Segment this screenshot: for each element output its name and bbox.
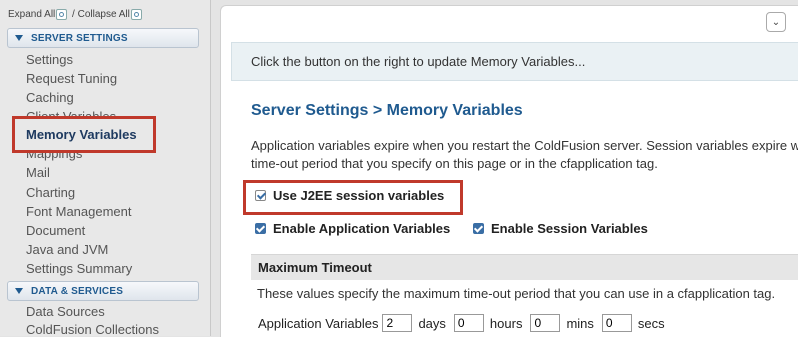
sidebar-item-mail[interactable]: Mail (26, 165, 50, 180)
dropdown-button[interactable]: ⌄ (766, 12, 786, 32)
collapse-all-link[interactable]: Collapse All (78, 9, 130, 20)
enable-session-vars-row[interactable]: Enable Session Variables (473, 221, 648, 236)
enable-app-vars-label: Enable Application Variables (273, 221, 451, 236)
sidebar-item-memory-variables[interactable]: Memory Variables (26, 127, 137, 142)
days-label: days (418, 315, 446, 331)
app-vars-timeout-row: Application Variables days hours mins se… (258, 314, 665, 332)
chevron-down-icon: ⌄ (771, 16, 781, 28)
sidebar-item-request-tuning[interactable]: Request Tuning (26, 71, 117, 86)
sidebar-item-settings-summary[interactable]: Settings Summary (26, 261, 132, 276)
sidebar-item-cf-collections[interactable]: ColdFusion Collections (26, 322, 159, 336)
description-line-2: time-out period that you specify on this… (251, 156, 658, 171)
enable-app-vars-row[interactable]: Enable Application Variables (255, 221, 450, 236)
expand-all-icon[interactable] (56, 9, 68, 20)
app-vars-days-input[interactable] (382, 314, 413, 332)
max-timeout-label: Maximum Timeout (258, 260, 372, 275)
timeout-description: These values specify the maximum time-ou… (257, 286, 776, 301)
secs-label: secs (637, 315, 665, 331)
triangle-down-icon (15, 288, 23, 294)
triangle-down-icon (15, 35, 23, 41)
sidebar-nav: Expand All / Collapse All SERVER SETTING… (0, 0, 211, 336)
app-vars-secs-input[interactable] (601, 314, 632, 332)
description: Application variables expire when you re… (251, 137, 798, 173)
j2ee-session-checkbox-row[interactable]: Use J2EE session variables (255, 188, 444, 203)
page-title: Server Settings > Memory Variables (251, 102, 523, 119)
collapse-all-icon[interactable] (130, 9, 142, 20)
section-server-settings[interactable]: SERVER SETTINGS (7, 28, 199, 48)
enable-session-vars-checkbox[interactable] (473, 223, 484, 234)
expand-separator: / (69, 9, 78, 20)
j2ee-session-label: Use J2EE session variables (273, 188, 445, 203)
info-bar: Click the button on the right to update … (231, 42, 798, 81)
section-data-services[interactable]: DATA & SERVICES (7, 281, 199, 301)
expand-collapse-row: Expand All / Collapse All (8, 9, 144, 20)
j2ee-session-checkbox[interactable] (255, 190, 266, 201)
sidebar-item-data-sources[interactable]: Data Sources (26, 304, 105, 319)
app-vars-mins-input[interactable] (530, 314, 561, 332)
sidebar-item-settings[interactable]: Settings (26, 52, 73, 67)
enable-session-vars-label: Enable Session Variables (491, 221, 648, 236)
sidebar-item-charting[interactable]: Charting (26, 185, 75, 200)
section-data-services-label: DATA & SERVICES (31, 285, 124, 297)
app-vars-timeout-label: Application Variables (258, 315, 379, 331)
enable-app-vars-checkbox[interactable] (255, 223, 266, 234)
sidebar-item-font-management[interactable]: Font Management (26, 204, 132, 219)
sidebar-item-caching[interactable]: Caching (26, 90, 74, 105)
sidebar-item-java-and-jvm[interactable]: Java and JVM (26, 242, 108, 257)
info-text: Click the button on the right to update … (251, 54, 586, 69)
sidebar-item-document[interactable]: Document (26, 223, 85, 238)
hours-label: hours (489, 315, 523, 331)
mins-label: mins (566, 315, 594, 331)
section-server-settings-label: SERVER SETTINGS (31, 32, 128, 44)
expand-all-link[interactable]: Expand All (8, 9, 55, 20)
description-line-1: Application variables expire when you re… (251, 138, 798, 153)
max-timeout-header: Maximum Timeout (251, 254, 798, 280)
app-vars-hours-input[interactable] (453, 314, 484, 332)
main-content: ⌄ Click the button on the right to updat… (220, 5, 798, 337)
